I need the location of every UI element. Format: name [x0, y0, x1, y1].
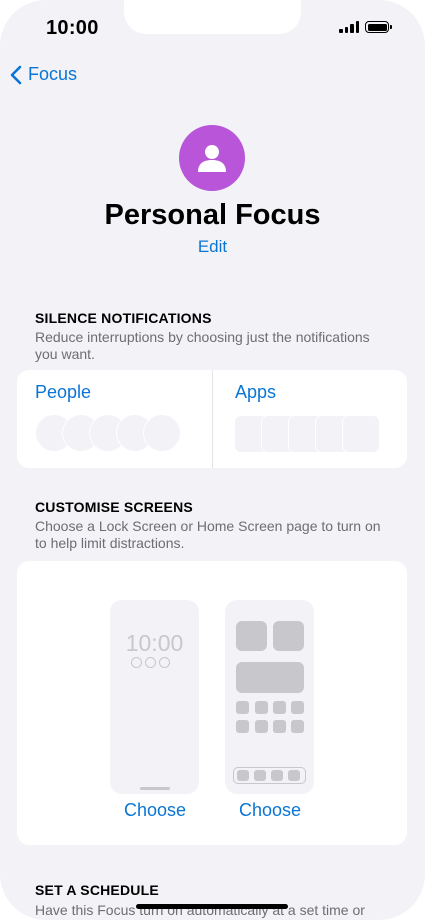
apps-button[interactable]: Apps	[235, 382, 276, 403]
person-icon	[198, 145, 226, 172]
lock-preview-indicator	[140, 787, 170, 790]
silence-heading: SILENCE NOTIFICATIONS	[35, 310, 212, 326]
page-title: Personal Focus	[104, 199, 321, 231]
customise-card	[17, 561, 407, 845]
customise-description: Choose a Lock Screen or Home Screen page…	[35, 518, 381, 551]
home-screen-choose-button[interactable]: Choose	[220, 800, 320, 821]
status-time: 10:00	[46, 17, 99, 39]
home-preview-dock	[233, 767, 306, 784]
home-screen-preview[interactable]	[225, 600, 314, 794]
notch	[124, 0, 301, 34]
people-button[interactable]: People	[35, 382, 91, 403]
focus-avatar	[179, 125, 245, 191]
chevron-left-icon	[10, 65, 22, 84]
home-indicator[interactable]	[136, 904, 288, 909]
battery-icon	[365, 21, 392, 33]
schedule-heading: SET A SCHEDULE	[35, 882, 159, 898]
back-button[interactable]: Focus	[10, 64, 77, 85]
edit-button[interactable]: Edit	[0, 237, 425, 257]
lock-screen-choose-button[interactable]: Choose	[105, 800, 205, 821]
back-label: Focus	[28, 64, 78, 84]
customise-heading: CUSTOMISE SCREENS	[35, 499, 193, 515]
people-placeholders	[35, 414, 185, 452]
apps-placeholders	[234, 415, 382, 453]
status-indicators	[339, 20, 392, 33]
silence-description: Reduce interruptions by choosing just th…	[35, 329, 370, 362]
signal-icon	[339, 20, 359, 33]
lock-screen-preview[interactable]: 10:00	[110, 600, 199, 794]
divider	[212, 370, 213, 468]
screen: 10:00 Focus Personal Focus Edit SILENCE …	[0, 0, 425, 920]
lock-preview-time: 10:00	[125, 630, 184, 656]
lock-preview-widgets	[131, 657, 170, 668]
